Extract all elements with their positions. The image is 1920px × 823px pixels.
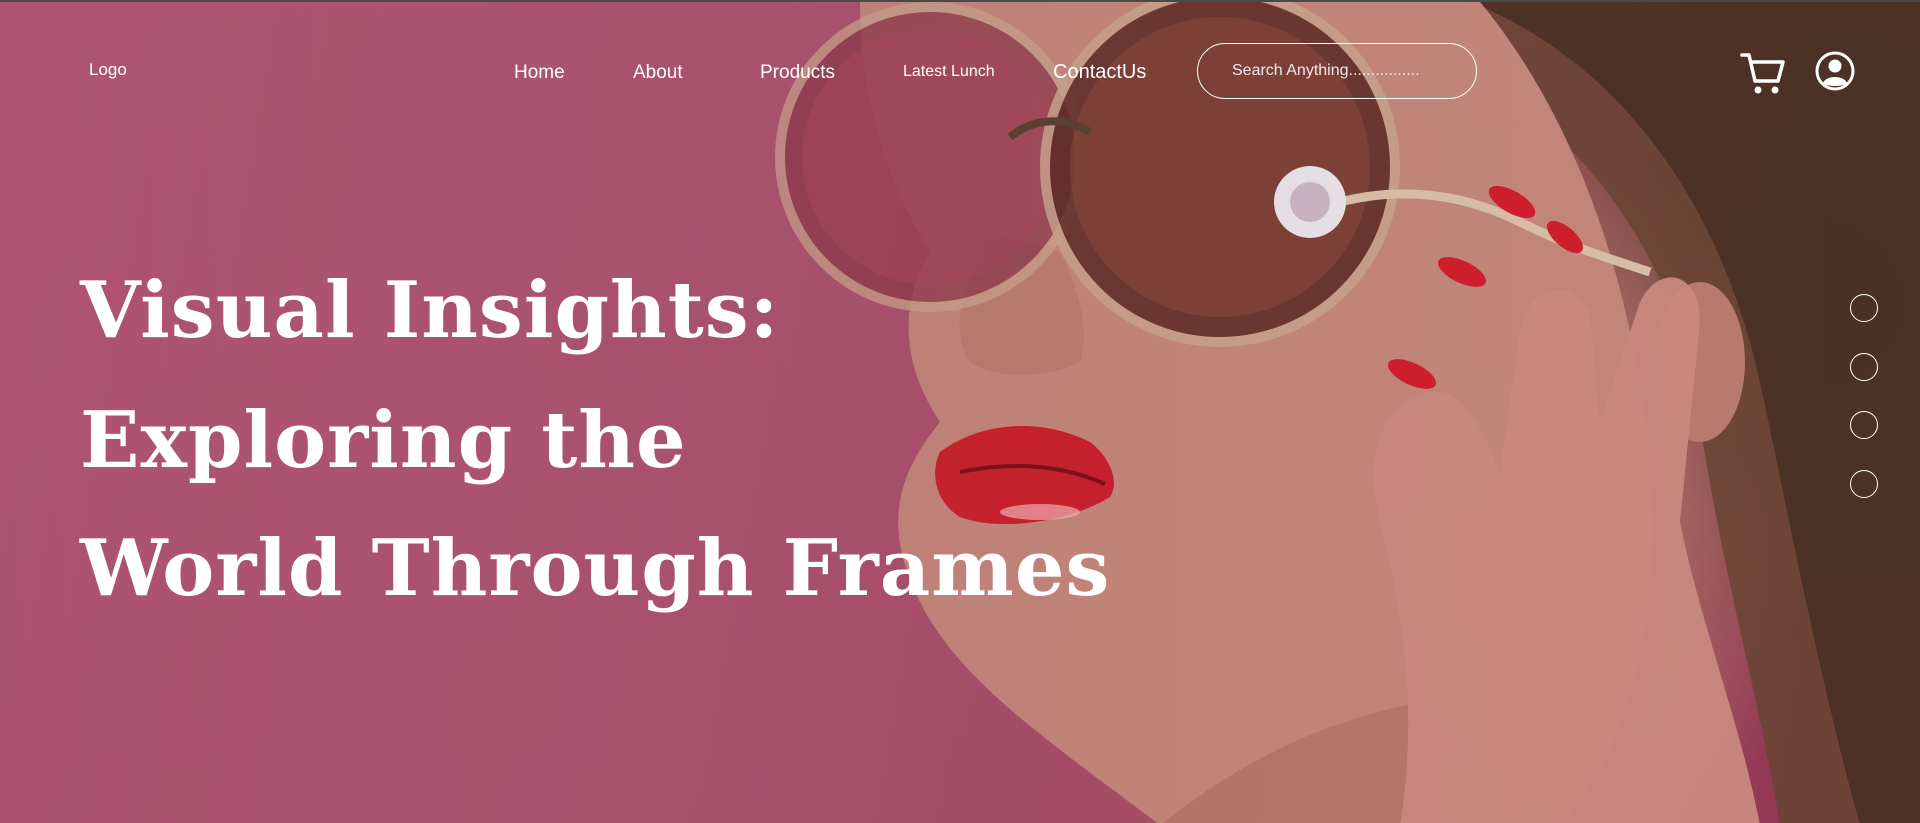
carousel-dot-3[interactable]: [1850, 411, 1878, 439]
nav-contact[interactable]: ContactUs: [1053, 61, 1146, 84]
nav-about[interactable]: About: [633, 62, 683, 84]
nav-products[interactable]: Products: [760, 62, 835, 84]
carousel-dot-2[interactable]: [1850, 353, 1878, 381]
carousel-dot-4[interactable]: [1850, 470, 1878, 498]
hero-banner: Logo Home About Products Latest Lunch Co…: [0, 0, 1920, 823]
hero-headline-line-1: Visual Insights:: [80, 265, 780, 356]
nav-latest-lunch[interactable]: Latest Lunch: [903, 63, 995, 81]
site-logo[interactable]: Logo: [89, 60, 127, 80]
nav-home[interactable]: Home: [514, 62, 565, 84]
hero-headline-line-3: World Through Frames: [80, 523, 1111, 614]
search-input[interactable]: [1197, 43, 1477, 99]
hero-headline-line-2: Exploring the: [80, 395, 687, 486]
carousel-dot-1[interactable]: [1850, 294, 1878, 322]
cart-icon[interactable]: [1740, 51, 1786, 100]
user-circle-icon[interactable]: [1815, 51, 1855, 96]
